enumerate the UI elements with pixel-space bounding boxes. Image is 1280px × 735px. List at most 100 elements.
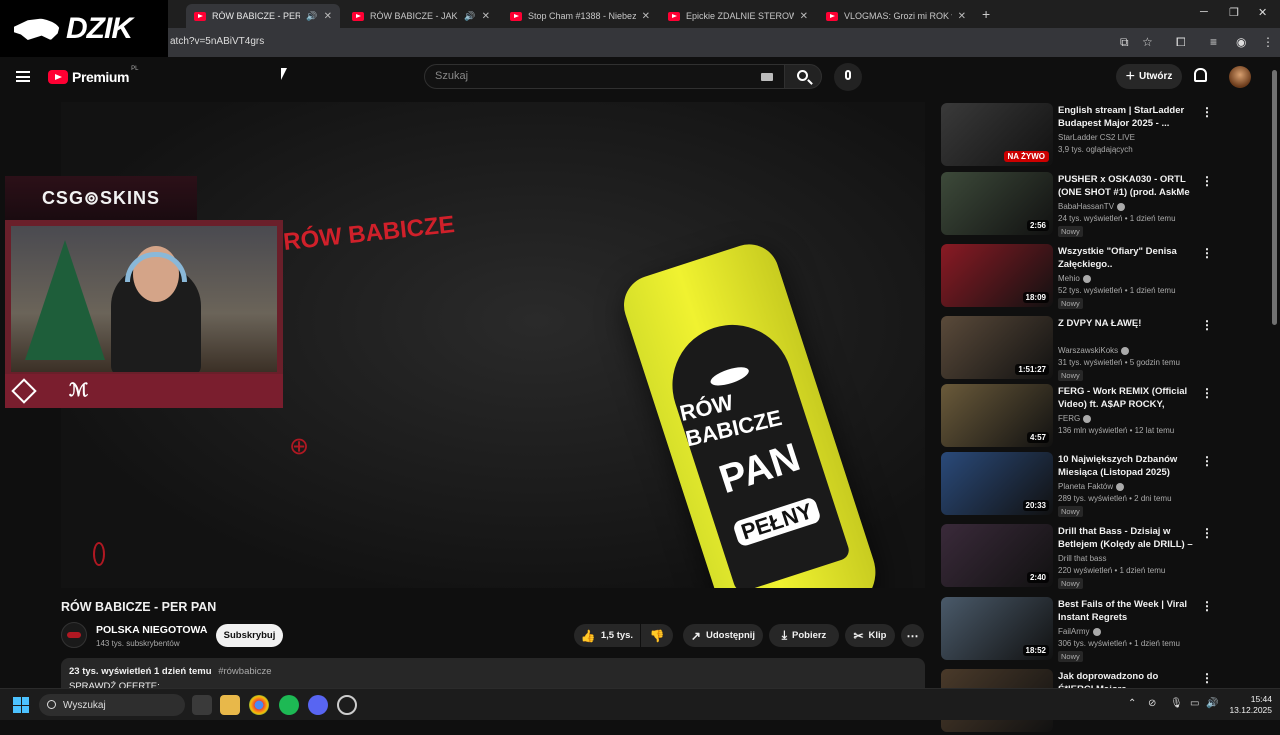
search-input[interactable] xyxy=(435,70,735,82)
more-options-icon[interactable]: ⋮ xyxy=(1201,246,1213,260)
recommendation-channel[interactable]: StarLadder CS2 LIVE xyxy=(1058,133,1135,142)
video-thumbnail[interactable]: 4:57 xyxy=(941,384,1053,447)
audio-icon[interactable]: 🔊 xyxy=(464,11,475,22)
recommendation-stats: 220 wyświetleń • 1 dzień temu xyxy=(1058,566,1166,575)
microphone-tray-icon[interactable]: 🎙 xyxy=(1170,698,1183,709)
video-thumbnail[interactable]: 1:51:27 xyxy=(941,316,1053,379)
more-options-icon[interactable]: ⋮ xyxy=(1201,599,1213,613)
notifications-icon[interactable] xyxy=(1194,68,1207,82)
recommendation-title[interactable]: PUSHER x OSKA030 - ORTL (ONE SHOT #1) (p… xyxy=(1058,173,1193,199)
spotify-icon[interactable] xyxy=(279,695,299,715)
clip-button[interactable]: ✂ Klip xyxy=(845,624,895,647)
tab-2[interactable]: RÓW BABICZE - JAK POZNA 🔊 ✕ xyxy=(344,4,498,28)
subscribe-button[interactable]: Subskrybuj xyxy=(216,624,283,647)
chrome-icon[interactable] xyxy=(249,695,269,715)
media-queue-icon[interactable]: ≡ xyxy=(1210,35,1217,49)
recommendation-channel[interactable]: BabaHassanTV xyxy=(1058,202,1126,211)
url-text[interactable]: atch?v=5nABiVT4grs xyxy=(170,36,264,47)
close-tab-icon[interactable]: ✕ xyxy=(958,11,966,22)
video-thumbnail[interactable]: NA ŻYWO xyxy=(941,103,1053,166)
video-thumbnail[interactable]: 2:56 xyxy=(941,172,1053,235)
recommendation-title[interactable]: FERG - Work REMIX (Official Video) ft. A… xyxy=(1058,385,1193,411)
more-options-icon[interactable]: ⋮ xyxy=(1201,526,1213,540)
channel-name[interactable]: POLSKA NIEGOTOWA xyxy=(96,624,207,636)
video-thumbnail[interactable]: 18:09 xyxy=(941,244,1053,307)
video-thumbnail[interactable]: 18:52 xyxy=(941,597,1053,660)
download-button[interactable]: ⤓ Pobierz xyxy=(769,624,839,647)
cast-icon[interactable]: ⧉ xyxy=(1120,35,1129,50)
keyboard-icon[interactable] xyxy=(761,73,773,81)
recommendation-title[interactable]: 10 Największych Dzbanów Miesiąca (Listop… xyxy=(1058,453,1193,479)
more-actions-button[interactable]: ⋯ xyxy=(901,624,924,647)
recommendation-title[interactable]: English stream | StarLadder Budapest Maj… xyxy=(1058,104,1193,130)
tab-4[interactable]: Epickie ZDALNIE STEROWANE ✕ xyxy=(660,4,816,28)
recommendation-item[interactable]: 20:33 10 Największych Dzbanów Miesiąca (L… xyxy=(941,452,1271,518)
windows-start-icon[interactable] xyxy=(13,697,29,713)
tab-1[interactable]: RÓW BABICZE - PER PAN 🔊 ✕ xyxy=(186,4,340,28)
close-tab-icon[interactable]: ✕ xyxy=(324,11,332,22)
recommendation-channel[interactable]: WarszawskiKoks xyxy=(1058,346,1130,355)
extensions-icon[interactable]: ⧠ xyxy=(1176,35,1186,50)
tab-5[interactable]: VLOGMAS: Grozi mi ROK więzi ✕ xyxy=(818,4,974,28)
more-options-icon[interactable]: ⋮ xyxy=(1201,386,1213,400)
restore-icon[interactable]: ❐ xyxy=(1229,6,1239,19)
hashtag[interactable]: #rówbabicze xyxy=(218,666,271,677)
close-window-icon[interactable]: ✕ xyxy=(1258,6,1267,19)
display-icon[interactable]: ▭ xyxy=(1190,698,1199,709)
recommendation-item[interactable]: 4:57 FERG - Work REMIX (Official Video) f… xyxy=(941,384,1271,450)
recommendation-item[interactable]: 18:52 Best Fails of the Week | Viral Inst… xyxy=(941,597,1271,663)
tab-3[interactable]: Stop Cham #1388 - Niebezpiecz ✕ xyxy=(502,4,658,28)
close-tab-icon[interactable]: ✕ xyxy=(800,11,808,22)
share-button[interactable]: ↗ Udostępnij xyxy=(683,624,763,647)
account-avatar[interactable] xyxy=(1229,66,1251,88)
recommendation-title[interactable]: Best Fails of the Week | Viral Instant R… xyxy=(1058,598,1193,624)
recommendation-item[interactable]: 18:09 Wszystkie "Ofiary" Denisa Załęckieg… xyxy=(941,244,1271,310)
recommendation-channel[interactable]: Planeta Faktów xyxy=(1058,482,1125,491)
recommendation-title[interactable]: Z DVPY NA ŁAWĘ! xyxy=(1058,317,1193,330)
search-button[interactable] xyxy=(784,64,822,89)
dislike-button[interactable]: 👎 xyxy=(641,624,673,647)
recommendation-channel[interactable]: Drill that bass xyxy=(1058,554,1106,563)
system-clock[interactable]: 15:44 13.12.2025 xyxy=(1218,694,1272,716)
menu-icon[interactable] xyxy=(16,71,30,82)
browser-menu-icon[interactable]: ⋮ xyxy=(1262,35,1274,49)
more-options-icon[interactable]: ⋮ xyxy=(1201,174,1213,188)
recommendation-title[interactable]: Drill that Bass - Dzisiaj w Betlejem (Ko… xyxy=(1058,525,1193,551)
more-options-icon[interactable]: ⋮ xyxy=(1201,318,1213,332)
video-thumbnail[interactable]: 20:33 xyxy=(941,452,1053,515)
voice-search-button[interactable] xyxy=(834,63,862,91)
discord-icon[interactable] xyxy=(308,695,328,715)
file-explorer-icon[interactable] xyxy=(220,695,240,715)
minimize-icon[interactable]: ─ xyxy=(1200,6,1208,18)
more-options-icon[interactable]: ⋮ xyxy=(1201,454,1213,468)
recommendation-channel[interactable]: Mehio xyxy=(1058,274,1091,283)
recommendation-item[interactable]: NA ŻYWO English stream | StarLadder Budap… xyxy=(941,103,1271,169)
close-tab-icon[interactable]: ✕ xyxy=(642,11,650,22)
profile-icon[interactable]: ◉ xyxy=(1236,35,1246,49)
page-scrollbar[interactable] xyxy=(1271,60,1278,688)
create-button[interactable]: + Utwórz xyxy=(1116,64,1182,89)
recommendation-item[interactable]: 1:51:27 Z DVPY NA ŁAWĘ! WarszawskiKoks 31 t… xyxy=(941,316,1271,382)
new-tab-icon[interactable]: + xyxy=(982,6,990,22)
audio-icon[interactable]: 🔊 xyxy=(306,11,317,22)
recommendation-item[interactable]: 2:40 Drill that Bass - Dzisiaj w Betlejem… xyxy=(941,524,1271,590)
video-thumbnail[interactable]: 2:40 xyxy=(941,524,1053,587)
recommendation-channel[interactable]: FERG xyxy=(1058,414,1092,423)
tray-overflow-icon[interactable]: ⌃ xyxy=(1128,698,1136,709)
recommendation-title[interactable]: Wszystkie "Ofiary" Denisa Załęckiego.. xyxy=(1058,245,1193,271)
more-options-icon[interactable]: ⋮ xyxy=(1201,105,1213,119)
youtube-logo[interactable]: Premium PL xyxy=(48,66,138,85)
network-icon[interactable]: ⊘ xyxy=(1148,698,1156,709)
scrollbar-thumb[interactable] xyxy=(1272,70,1277,325)
task-view-icon[interactable] xyxy=(192,695,212,715)
recommendation-channel[interactable]: FailArmy xyxy=(1058,627,1101,636)
recommendation-item[interactable]: 2:56 PUSHER x OSKA030 - ORTL (ONE SHOT #1… xyxy=(941,172,1271,238)
taskbar-search[interactable]: Wyszukaj xyxy=(39,694,185,716)
like-button[interactable]: 👍 1,5 tys. xyxy=(574,624,640,647)
more-options-icon[interactable]: ⋮ xyxy=(1201,671,1213,685)
steam-icon[interactable] xyxy=(337,695,357,715)
bookmark-star-icon[interactable]: ☆ xyxy=(1142,35,1153,49)
channel-avatar[interactable] xyxy=(61,622,87,648)
volume-icon[interactable]: 🔊 xyxy=(1206,698,1218,709)
close-tab-icon[interactable]: ✕ xyxy=(482,11,490,22)
